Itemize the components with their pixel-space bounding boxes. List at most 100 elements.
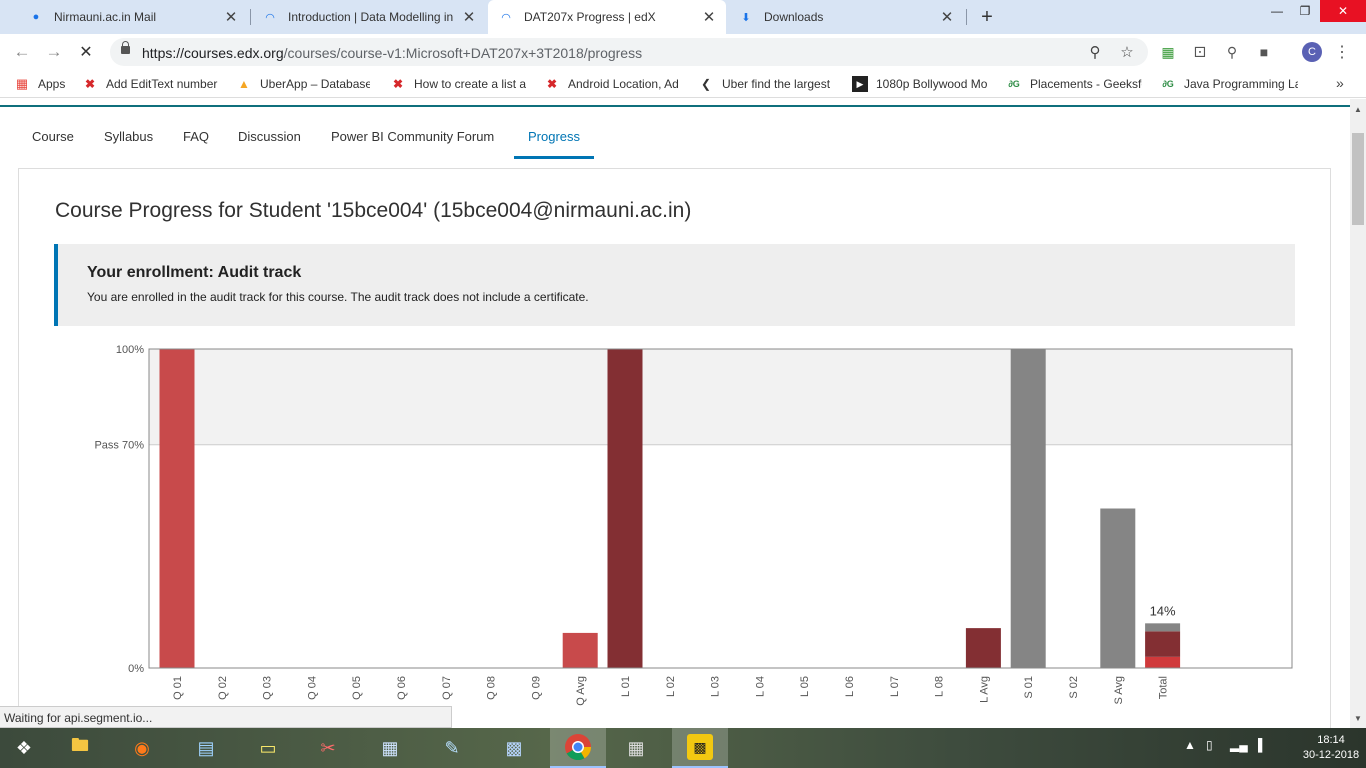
x-tick-label: L 02: [665, 676, 677, 697]
menu-icon[interactable]: ⋮: [1334, 42, 1350, 62]
x-tick-label: Total: [1158, 676, 1170, 699]
chrome-logo-icon: [565, 734, 592, 761]
more-bookmarks-icon[interactable]: »: [1336, 75, 1344, 91]
tab-faq[interactable]: FAQ: [183, 129, 209, 159]
bar: [607, 349, 643, 668]
file-explorer-icon[interactable]: 🖿: [56, 728, 104, 768]
tab-mail[interactable]: ● Nirmauni.ac.in Mail ✕: [18, 0, 248, 34]
bar-total-segment: [1145, 631, 1181, 657]
vertical-scrollbar[interactable]: ▲ ▼: [1350, 99, 1366, 728]
calculator-icon[interactable]: ▦: [366, 728, 414, 768]
firebase-icon: ▲: [238, 77, 250, 91]
forward-button[interactable]: →: [42, 40, 66, 64]
toolbar: ← → ✕ https://courses.edx.org/courses/co…: [0, 34, 1366, 70]
page-content: Course Syllabus FAQ Discussion Power BI …: [0, 99, 1350, 728]
bar: [159, 349, 195, 668]
tab-progress[interactable]: Progress: [514, 129, 595, 159]
system-clock[interactable]: 18:14 30-12-2018: [1300, 733, 1362, 763]
extension-box-icon[interactable]: ■: [1254, 42, 1274, 62]
status-bubble: Waiting for api.segment.io...: [0, 706, 452, 728]
chrome-icon[interactable]: [550, 728, 606, 768]
bar-total-segment: [1145, 656, 1181, 668]
header-divider: [0, 105, 1350, 107]
notepad-icon[interactable]: ✎: [428, 728, 476, 768]
device-icon[interactable]: ▯: [1206, 738, 1213, 752]
tab-progress[interactable]: ◠ DAT207x Progress | edX ✕: [488, 0, 726, 34]
bookmark-item[interactable]: ✖ How to create a list a: [390, 75, 526, 93]
tray-chevron-icon[interactable]: ▲: [1184, 738, 1196, 752]
minimize-button[interactable]: —: [1262, 0, 1292, 22]
back-button[interactable]: ←: [10, 40, 34, 64]
total-value-label: 14%: [1150, 603, 1176, 618]
pass-zone: [149, 349, 1292, 445]
close-window-button[interactable]: ✕: [1320, 0, 1366, 22]
code-icon: ❮: [700, 77, 712, 91]
network-icon[interactable]: ▂▄: [1230, 738, 1248, 752]
snipping-tool-icon[interactable]: ✂: [304, 728, 352, 768]
bookmark-item[interactable]: ∂G Placements - Geeksfo: [1006, 75, 1142, 93]
x-tick-label: L 07: [889, 676, 901, 697]
tab-separator: [966, 9, 967, 25]
bookmark-item[interactable]: ∂G Java Programming La: [1160, 75, 1298, 93]
bookmark-star-icon[interactable]: ☆: [1118, 43, 1136, 61]
x-tick-label: L 04: [754, 676, 766, 697]
bookmark-item[interactable]: ▲ UberApp – Database: [236, 75, 370, 93]
restore-button[interactable]: ❐: [1290, 0, 1320, 22]
firefox-icon[interactable]: ◉: [118, 728, 166, 768]
scroll-thumb[interactable]: [1352, 133, 1364, 225]
bookmark-apps[interactable]: ▦ Apps: [14, 75, 74, 93]
x-tick-label: Q 05: [351, 676, 363, 700]
tab-syllabus[interactable]: Syllabus: [104, 129, 153, 159]
tab-strip: ● Nirmauni.ac.in Mail ✕ ◠ Introduction |…: [0, 0, 1366, 34]
extension-inbox-icon[interactable]: ▦: [1158, 42, 1178, 62]
tab-title: Nirmauni.ac.in Mail: [54, 10, 157, 24]
profile-avatar[interactable]: C: [1302, 42, 1322, 62]
tab-power-bi-forum[interactable]: Power BI Community Forum: [331, 129, 494, 159]
bar: [1010, 349, 1046, 668]
clock-date: 30-12-2018: [1302, 749, 1360, 761]
extension-bike-icon[interactable]: ⚀: [1190, 42, 1210, 62]
bookmark-item[interactable]: ✖ Android Location, Ad: [544, 75, 680, 93]
gfg-icon: ∂G: [1162, 79, 1174, 89]
bar-total-segment: [1145, 623, 1181, 632]
sticky-notes-icon[interactable]: ▭: [244, 728, 292, 768]
tab-downloads[interactable]: ⬇ Downloads ✕: [728, 0, 964, 34]
play-icon: ▶: [852, 76, 868, 92]
stop-loading-button[interactable]: ✕: [74, 40, 98, 64]
bookmark-item[interactable]: ✖ Add EditText number: [82, 75, 218, 93]
enrollment-text: You are enrolled in the audit track for …: [87, 290, 589, 304]
close-tab-icon[interactable]: ✕: [460, 8, 478, 26]
scroll-down-icon[interactable]: ▼: [1350, 710, 1366, 726]
performance-monitor-icon[interactable]: ▤: [182, 728, 230, 768]
bookmark-item[interactable]: ▶ 1080p Bollywood Mo: [852, 75, 988, 93]
url-text[interactable]: https://courses.edx.org/courses/course-v…: [142, 45, 642, 61]
power-bi-logo-icon: ▩: [687, 734, 713, 760]
progress-card: Course Progress for Student '15bce004' (…: [18, 168, 1331, 728]
tab-data-modelling[interactable]: ◠ Introduction | Data Modelling in ✕: [252, 0, 486, 34]
tab-discussion[interactable]: Discussion: [238, 129, 301, 159]
bar: [1100, 508, 1136, 668]
tab-course[interactable]: Course: [32, 129, 74, 159]
extension-search-icon[interactable]: ⚲: [1222, 42, 1242, 62]
address-bar[interactable]: https://courses.edx.org/courses/course-v…: [110, 38, 1148, 66]
close-tab-icon[interactable]: ✕: [222, 8, 240, 26]
scroll-up-icon[interactable]: ▲: [1350, 101, 1366, 117]
tab-title: Introduction | Data Modelling in: [288, 10, 454, 24]
bookmark-item[interactable]: ❮ Uber find the largest: [698, 75, 832, 93]
close-tab-icon[interactable]: ✕: [938, 8, 956, 26]
firewall-icon[interactable]: ▦: [612, 728, 660, 768]
control-panel-icon[interactable]: ▩: [490, 728, 538, 768]
close-tab-icon[interactable]: ✕: [700, 8, 718, 26]
edx-loading-icon: ◠: [265, 11, 275, 24]
windows-start-icon[interactable]: ❖: [0, 728, 48, 768]
y-tick-label: Pass 70%: [94, 440, 144, 452]
new-tab-button[interactable]: +: [976, 5, 998, 29]
x-tick-label: L Avg: [978, 676, 990, 703]
y-tick-label: 0%: [128, 663, 144, 675]
x-tick-label: Q Avg: [575, 676, 587, 706]
search-icon[interactable]: ⚲: [1086, 43, 1104, 61]
page-title: Course Progress for Student '15bce004' (…: [55, 199, 692, 222]
power-bi-icon[interactable]: ▩: [672, 728, 728, 768]
edx-loading-icon: ◠: [501, 11, 511, 24]
volume-icon[interactable]: ▌: [1258, 738, 1267, 752]
